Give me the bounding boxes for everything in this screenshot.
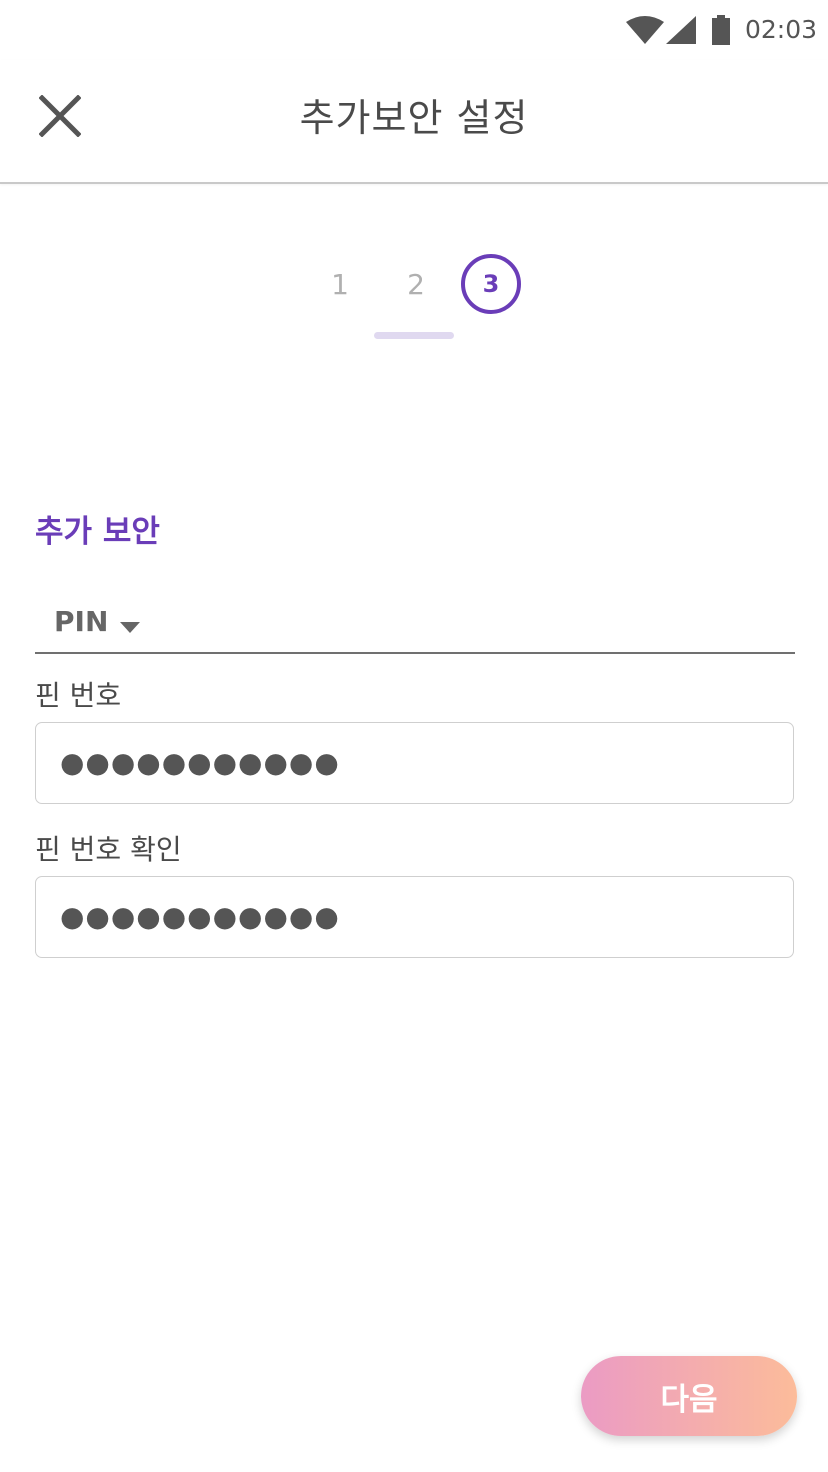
step-progress-indicator (374, 332, 454, 339)
page-title: 추가보안 설정 (299, 96, 529, 140)
wifi-icon (626, 16, 664, 48)
next-button[interactable]: 다음 (581, 1356, 797, 1436)
pin-input[interactable]: ●●●●●●●●●●● (35, 722, 794, 804)
pin-label: 핀 번호 (35, 679, 122, 712)
pin-confirm-label: 핀 번호 확인 (35, 833, 182, 866)
app-header: 추가보안 설정 (0, 60, 828, 184)
step-1: 1 (331, 267, 349, 301)
pin-confirm-input[interactable]: ●●●●●●●●●●● (35, 876, 794, 958)
next-button-label: 다음 (660, 1381, 718, 1418)
security-type-dropdown[interactable]: PIN (35, 596, 795, 654)
section-title: 추가 보안 (35, 514, 160, 550)
security-type-value: PIN (54, 605, 109, 638)
progress-stepper: 1 2 3 (0, 254, 828, 344)
signal-icon (666, 16, 696, 48)
pin-input-value: ●●●●●●●●●●● (60, 746, 340, 779)
step-3-current: 3 (461, 254, 521, 314)
status-time: 02:03 (745, 15, 818, 44)
battery-icon (711, 15, 731, 49)
caret-down-icon (120, 618, 140, 637)
pin-confirm-input-value: ●●●●●●●●●●● (60, 900, 340, 933)
step-2: 2 (407, 267, 425, 301)
status-bar: 02:03 (0, 0, 828, 60)
